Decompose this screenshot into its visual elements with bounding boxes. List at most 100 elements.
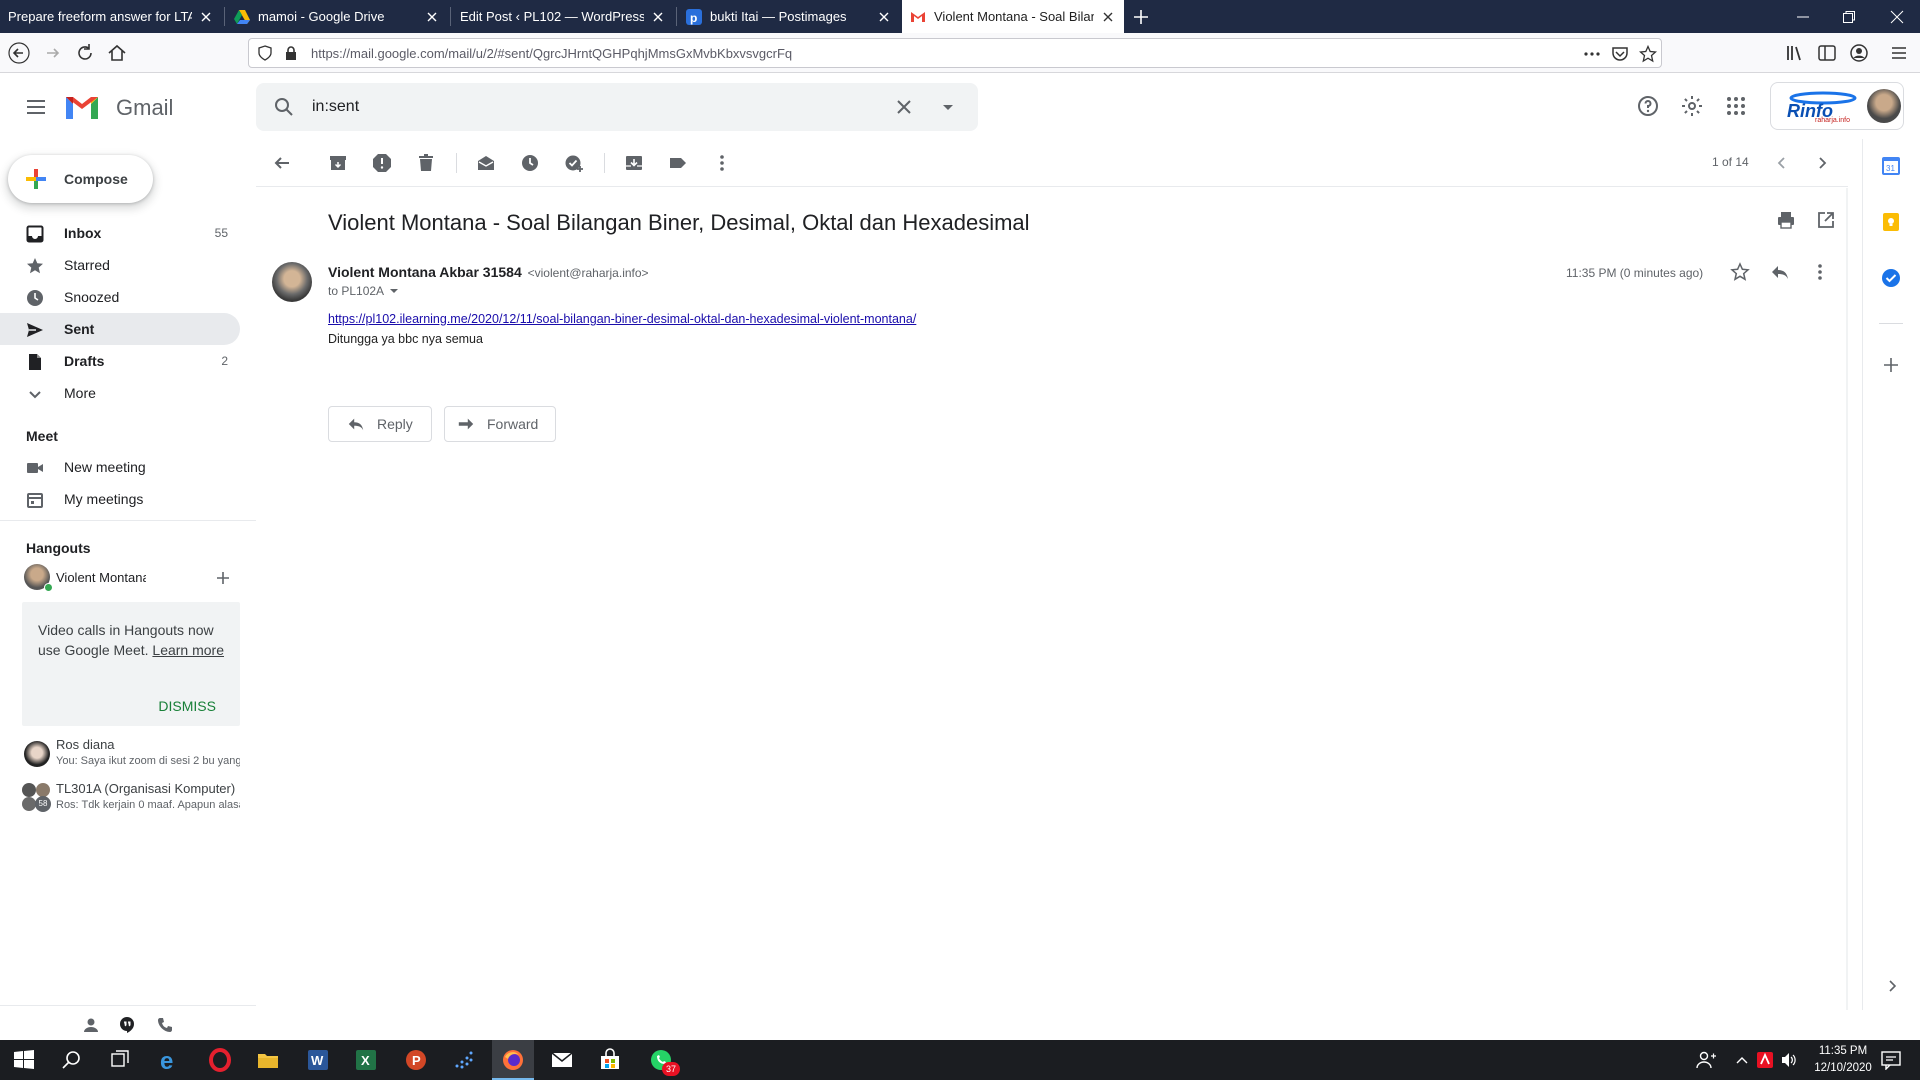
more-vertical-icon[interactable]: [1810, 262, 1830, 282]
older-chevron-icon[interactable]: [1812, 153, 1832, 173]
tab-postimages[interactable]: p bukti Itai — Postimages: [678, 0, 900, 33]
meet-my-meetings[interactable]: My meetings: [0, 483, 240, 515]
tab-prepare-freeform[interactable]: Prepare freeform answer for LTAI M: [0, 0, 222, 33]
conversation-item[interactable]: 58 TL301A (Organisasi Komputer) Ros: Tdk…: [0, 777, 256, 817]
star-icon[interactable]: [1730, 262, 1750, 282]
tab-gmail-active[interactable]: Violent Montana - Soal Bilanga: [902, 0, 1124, 33]
close-window-icon[interactable]: [1890, 10, 1904, 24]
tab-wordpress[interactable]: Edit Post ‹ PL102 — WordPress: [452, 0, 674, 33]
report-spam-icon[interactable]: [372, 153, 392, 173]
close-icon[interactable]: [876, 9, 892, 25]
help-icon[interactable]: [1636, 94, 1660, 118]
add-to-tasks-icon[interactable]: [564, 153, 584, 173]
sender-avatar[interactable]: [272, 262, 312, 302]
gmail-logo-icon[interactable]: [64, 93, 100, 121]
close-icon[interactable]: [650, 9, 666, 25]
details-dropdown-icon[interactable]: [388, 285, 400, 297]
library-icon[interactable]: [1784, 42, 1806, 64]
search-options-icon[interactable]: [936, 95, 960, 119]
minimize-icon[interactable]: [1796, 10, 1810, 24]
label-icon[interactable]: [668, 153, 688, 173]
hangouts-user[interactable]: Violent Montana: [0, 559, 240, 593]
keep-icon[interactable]: [1881, 212, 1901, 232]
whatsapp-taskbar-button[interactable]: 37: [640, 1040, 682, 1080]
sidebar-item-snoozed[interactable]: Snoozed: [0, 281, 240, 313]
forward-icon[interactable]: [42, 42, 64, 64]
task-view-icon[interactable]: [108, 1048, 132, 1072]
chevron-up-icon[interactable]: [1734, 1052, 1750, 1068]
print-icon[interactable]: [1776, 210, 1796, 230]
tasks-icon[interactable]: [1881, 268, 1901, 288]
address-bar[interactable]: https://mail.google.com/mail/u/2/#sent/Q…: [248, 38, 1662, 68]
menu-icon[interactable]: [1888, 42, 1910, 64]
open-new-window-icon[interactable]: [1816, 210, 1836, 230]
reply-button[interactable]: Reply: [328, 406, 432, 442]
archive-icon[interactable]: [328, 153, 348, 173]
account-icon[interactable]: [1848, 42, 1870, 64]
learn-more-link[interactable]: Learn more: [152, 642, 224, 658]
powerpoint-icon[interactable]: P: [404, 1048, 428, 1072]
settings-gear-icon[interactable]: [1680, 94, 1704, 118]
shield-icon[interactable]: [257, 45, 273, 61]
email-body-link[interactable]: https://pl102.ilearning.me/2020/12/11/so…: [328, 312, 916, 326]
search-icon[interactable]: [272, 95, 296, 119]
page-actions-icon[interactable]: [1583, 46, 1601, 62]
app-grid-dots-icon[interactable]: [452, 1048, 476, 1072]
hangouts-chat-icon[interactable]: [118, 1016, 136, 1034]
sidebar-toggle-icon[interactable]: [1816, 42, 1838, 64]
reply-icon[interactable]: [1770, 262, 1790, 282]
main-menu-icon[interactable]: [24, 95, 48, 119]
back-to-list-icon[interactable]: [272, 153, 292, 173]
forward-button[interactable]: Forward: [444, 406, 556, 442]
search-input[interactable]: in:sent: [312, 98, 359, 116]
sidebar-item-sent[interactable]: Sent: [0, 313, 240, 345]
people-icon[interactable]: [1694, 1048, 1718, 1072]
apps-grid-icon[interactable]: [1724, 94, 1748, 118]
sidebar-item-more[interactable]: More: [0, 377, 240, 409]
avatar[interactable]: [1867, 89, 1901, 123]
clear-search-icon[interactable]: [892, 95, 916, 119]
reload-icon[interactable]: [74, 42, 96, 64]
phone-icon[interactable]: [156, 1016, 174, 1034]
new-tab-icon[interactable]: [1132, 8, 1150, 26]
recipient-line[interactable]: to PL102A: [328, 284, 400, 298]
more-vertical-icon[interactable]: [712, 153, 732, 173]
account-switcher[interactable]: Rinfo raharja.info: [1770, 82, 1904, 130]
get-addons-plus-icon[interactable]: [1883, 357, 1899, 373]
compose-button[interactable]: Compose: [8, 155, 153, 203]
sender-name[interactable]: Violent Montana Akbar 31584: [328, 264, 522, 280]
store-icon[interactable]: [598, 1048, 622, 1072]
firefox-taskbar-button[interactable]: [492, 1040, 534, 1080]
contacts-person-icon[interactable]: [82, 1016, 100, 1034]
scrollbar[interactable]: [1846, 188, 1848, 1010]
move-to-icon[interactable]: [624, 153, 644, 173]
word-icon[interactable]: W: [306, 1048, 330, 1072]
back-icon[interactable]: [8, 42, 30, 64]
close-icon[interactable]: [1100, 9, 1116, 25]
home-icon[interactable]: [106, 42, 128, 64]
pocket-icon[interactable]: [1611, 45, 1629, 63]
expand-panel-chevron-icon[interactable]: [1885, 979, 1899, 993]
volume-icon[interactable]: [1780, 1051, 1798, 1069]
conversation-item[interactable]: Ros diana You: Saya ikut zoom di sesi 2 …: [0, 733, 256, 773]
sidebar-item-inbox[interactable]: Inbox 55: [0, 217, 240, 249]
antivirus-icon[interactable]: [1756, 1051, 1774, 1069]
meet-new-meeting[interactable]: New meeting: [0, 451, 240, 483]
edge-icon[interactable]: e: [158, 1048, 182, 1072]
restore-icon[interactable]: [1842, 10, 1856, 24]
bookmark-star-icon[interactable]: [1639, 45, 1657, 63]
close-icon[interactable]: [198, 9, 214, 25]
snooze-icon[interactable]: [520, 153, 540, 173]
sidebar-item-starred[interactable]: Starred: [0, 249, 240, 281]
tab-google-drive[interactable]: mamoi - Google Drive: [226, 0, 448, 33]
opera-icon[interactable]: [208, 1048, 232, 1072]
search-bar[interactable]: in:sent: [256, 83, 978, 131]
mark-unread-icon[interactable]: [476, 153, 496, 173]
windows-start-icon[interactable]: [12, 1048, 36, 1072]
delete-icon[interactable]: [416, 153, 436, 173]
search-icon[interactable]: [60, 1048, 84, 1072]
mail-icon[interactable]: [550, 1048, 574, 1072]
close-icon[interactable]: [424, 9, 440, 25]
calendar-icon[interactable]: 31: [1881, 156, 1901, 176]
newer-chevron-icon[interactable]: [1772, 153, 1792, 173]
